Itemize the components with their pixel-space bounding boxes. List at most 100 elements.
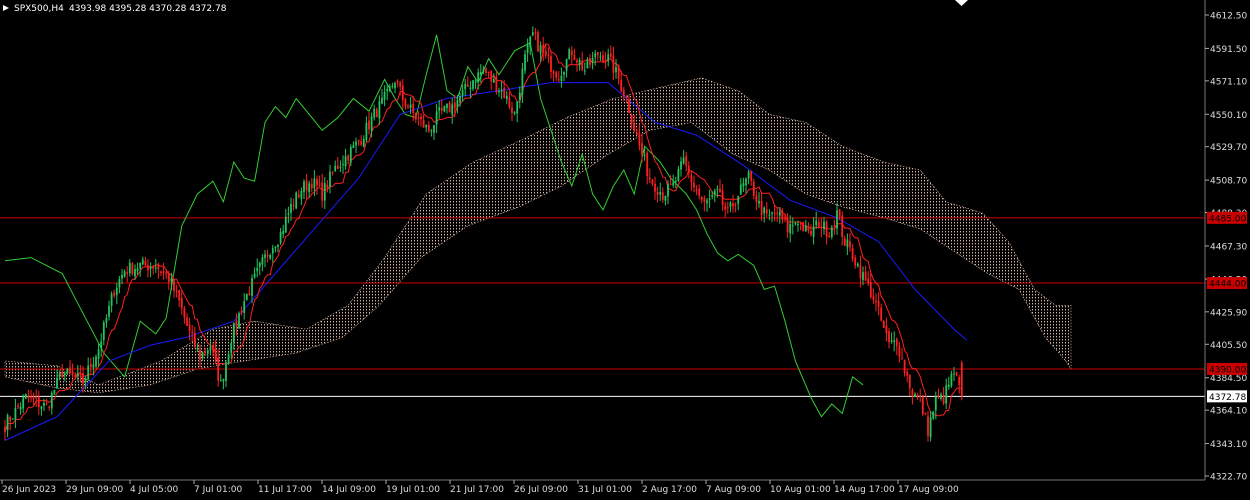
candle-body[interactable]	[895, 339, 898, 347]
candle-body[interactable]	[45, 403, 48, 405]
candle-body[interactable]	[22, 397, 25, 409]
candle-body[interactable]	[508, 97, 511, 108]
candle-body[interactable]	[448, 102, 451, 113]
candle-body[interactable]	[196, 347, 199, 349]
candle-body[interactable]	[914, 393, 916, 398]
candle-body[interactable]	[40, 406, 43, 409]
candle-body[interactable]	[945, 385, 948, 404]
candle-body[interactable]	[641, 143, 643, 155]
candle-body[interactable]	[277, 244, 279, 247]
candle-body[interactable]	[539, 45, 542, 54]
candle-body[interactable]	[799, 221, 802, 223]
candle-body[interactable]	[680, 161, 682, 170]
candle-body[interactable]	[810, 230, 812, 235]
candle-body[interactable]	[199, 349, 201, 360]
candle-body[interactable]	[901, 357, 903, 359]
candle-body[interactable]	[591, 57, 594, 63]
candle-body[interactable]	[773, 212, 776, 214]
candle-body[interactable]	[240, 310, 243, 313]
candle-body[interactable]	[885, 325, 888, 334]
candle-body[interactable]	[219, 380, 222, 382]
candle-body[interactable]	[128, 262, 131, 274]
candle-body[interactable]	[227, 354, 230, 364]
candle-body[interactable]	[482, 69, 485, 73]
candle-body[interactable]	[758, 200, 760, 204]
candle-body[interactable]	[347, 155, 350, 161]
candle-body[interactable]	[479, 71, 482, 75]
candle-body[interactable]	[659, 192, 662, 195]
candle-body[interactable]	[713, 190, 716, 196]
candle-body[interactable]	[373, 108, 376, 118]
candle-body[interactable]	[394, 83, 396, 89]
candle-body[interactable]	[703, 198, 706, 202]
candle-body[interactable]	[399, 81, 402, 87]
candle-body[interactable]	[555, 72, 558, 78]
candle-body[interactable]	[550, 56, 552, 72]
candle-body[interactable]	[791, 225, 794, 227]
candle-body[interactable]	[690, 175, 693, 183]
candle-body[interactable]	[563, 72, 565, 75]
candle-body[interactable]	[27, 395, 30, 399]
candle-body[interactable]	[381, 97, 383, 104]
candle-body[interactable]	[74, 375, 77, 377]
candle-body[interactable]	[118, 278, 121, 288]
candle-body[interactable]	[110, 293, 113, 306]
candle-body[interactable]	[438, 107, 441, 111]
candle-body[interactable]	[313, 178, 316, 189]
candle-body[interactable]	[375, 109, 378, 118]
candle-body[interactable]	[932, 411, 935, 419]
candle-body[interactable]	[435, 111, 438, 125]
candle-body[interactable]	[872, 296, 875, 300]
candle-body[interactable]	[576, 60, 578, 63]
candle-body[interactable]	[461, 89, 464, 96]
candle-body[interactable]	[518, 92, 521, 101]
candle-body[interactable]	[456, 100, 459, 108]
candle-body[interactable]	[14, 407, 17, 420]
candle-body[interactable]	[201, 352, 204, 359]
candle-body[interactable]	[310, 183, 313, 189]
candle-body[interactable]	[544, 50, 547, 56]
candle-body[interactable]	[524, 54, 526, 71]
candle-body[interactable]	[906, 371, 909, 376]
candle-body[interactable]	[459, 96, 461, 103]
candle-body[interactable]	[620, 79, 623, 92]
candle-body[interactable]	[495, 77, 498, 93]
candle-body[interactable]	[188, 324, 191, 332]
candle-body[interactable]	[942, 394, 945, 404]
candle-body[interactable]	[292, 205, 295, 207]
candle-body[interactable]	[82, 373, 84, 384]
candle-body[interactable]	[828, 235, 831, 238]
candle-body[interactable]	[695, 189, 698, 191]
candle-body[interactable]	[186, 317, 188, 326]
candle-body[interactable]	[11, 418, 14, 420]
candle-body[interactable]	[734, 204, 737, 206]
candle-body[interactable]	[630, 114, 633, 124]
candle-body[interactable]	[474, 81, 477, 83]
candle-body[interactable]	[17, 405, 19, 408]
candle-body[interactable]	[165, 272, 168, 275]
candle-body[interactable]	[266, 254, 269, 257]
candle-body[interactable]	[568, 49, 571, 60]
candle-body[interactable]	[807, 226, 810, 231]
candle-body[interactable]	[651, 179, 654, 184]
candle-body[interactable]	[357, 140, 360, 142]
candle-body[interactable]	[823, 221, 825, 230]
candle-body[interactable]	[417, 117, 420, 119]
candle-body[interactable]	[422, 119, 425, 128]
candle-body[interactable]	[573, 54, 576, 60]
candle-body[interactable]	[79, 373, 82, 375]
candle-body[interactable]	[531, 32, 534, 36]
candle-body[interactable]	[760, 200, 763, 216]
candle-body[interactable]	[833, 225, 836, 227]
candle-body[interactable]	[529, 36, 532, 48]
candle-body[interactable]	[698, 188, 701, 196]
candle-body[interactable]	[578, 59, 581, 65]
candle-body[interactable]	[565, 58, 568, 71]
candle-body[interactable]	[830, 227, 833, 237]
candle-body[interactable]	[9, 416, 12, 421]
candle-body[interactable]	[513, 112, 516, 114]
candle-body[interactable]	[924, 413, 927, 415]
candle-body[interactable]	[485, 68, 487, 73]
candle-body[interactable]	[58, 373, 61, 377]
candle-body[interactable]	[672, 182, 675, 186]
